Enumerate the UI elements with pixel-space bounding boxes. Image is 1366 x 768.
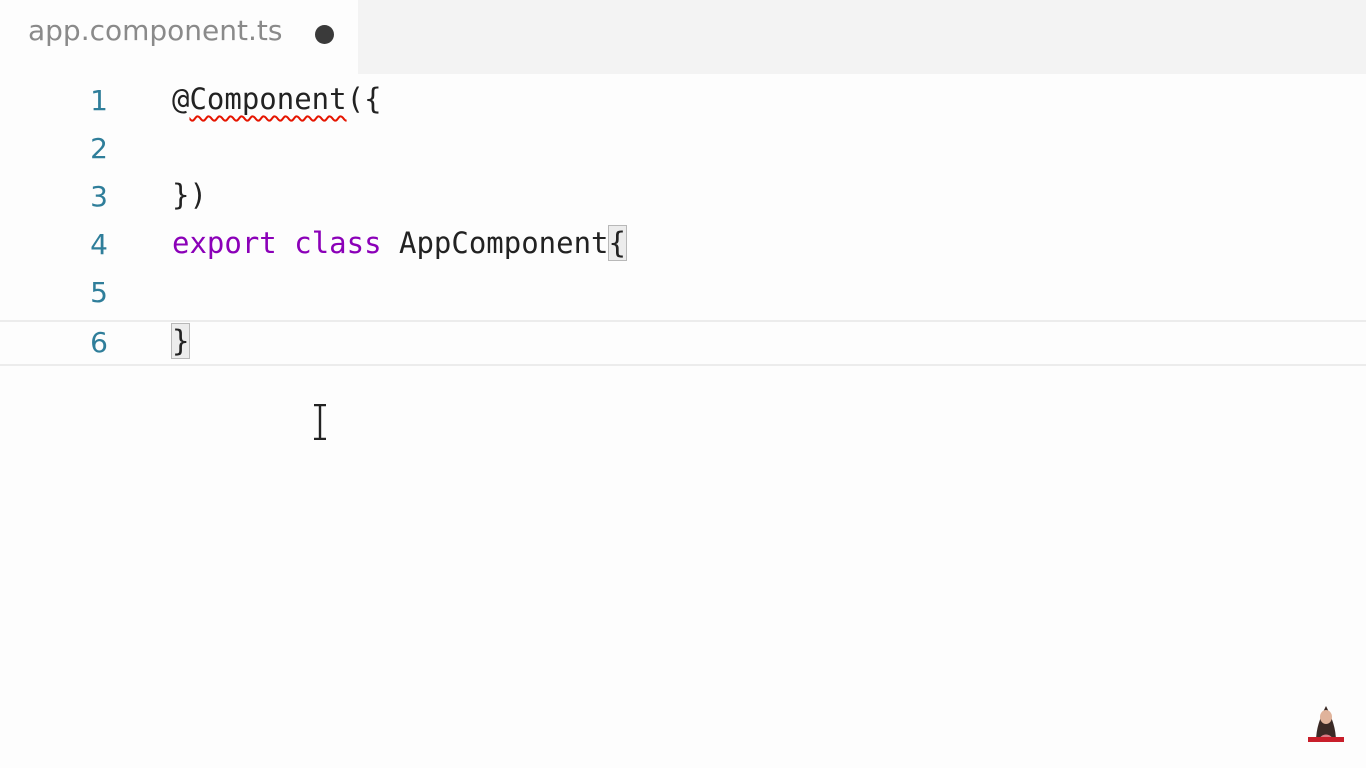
line-code[interactable]: @Component({ bbox=[172, 82, 382, 116]
code-line-2[interactable]: 2 bbox=[0, 126, 1366, 174]
line-code[interactable]: }) bbox=[172, 178, 207, 212]
tab-app-component-ts[interactable]: app.component.ts bbox=[0, 0, 358, 74]
code-token-bracket-match: { bbox=[607, 225, 628, 261]
line-code[interactable]: } bbox=[170, 323, 191, 359]
line-number: 3 bbox=[90, 180, 108, 213]
code-token: AppComponent bbox=[381, 226, 609, 260]
code-line-6[interactable]: 6 } bbox=[0, 320, 1366, 368]
tab-filename: app.component.ts bbox=[28, 14, 283, 47]
text-cursor-icon bbox=[314, 404, 326, 440]
line-number: 6 bbox=[90, 326, 108, 359]
line-number: 2 bbox=[90, 132, 108, 165]
code-token-keyword: export bbox=[172, 226, 277, 260]
line-number: 4 bbox=[90, 228, 108, 261]
dirty-dot-icon[interactable] bbox=[315, 25, 334, 44]
code-line-1[interactable]: 1 @Component({ bbox=[0, 78, 1366, 126]
line-number: 5 bbox=[90, 276, 108, 309]
code-token-keyword: class bbox=[294, 226, 382, 260]
code-line-4[interactable]: 4 export class AppComponent{ bbox=[0, 222, 1366, 270]
code-token: ({ bbox=[346, 82, 382, 116]
code-token-error: Component bbox=[189, 82, 347, 116]
editor-tab-bar: app.component.ts bbox=[0, 0, 1366, 74]
line-code[interactable]: export class AppComponent{ bbox=[172, 225, 628, 261]
code-line-3[interactable]: 3 }) bbox=[0, 174, 1366, 222]
code-token: }) bbox=[172, 178, 207, 212]
code-editor[interactable]: 1 @Component({ 2 3 }) 4 export class App… bbox=[0, 74, 1366, 768]
line-number: 1 bbox=[90, 84, 108, 117]
code-token-bracket-match: } bbox=[170, 323, 191, 359]
subscribe-avatar-icon[interactable] bbox=[1304, 700, 1348, 744]
code-token: @ bbox=[172, 82, 190, 116]
code-line-5[interactable]: 5 bbox=[0, 270, 1366, 318]
